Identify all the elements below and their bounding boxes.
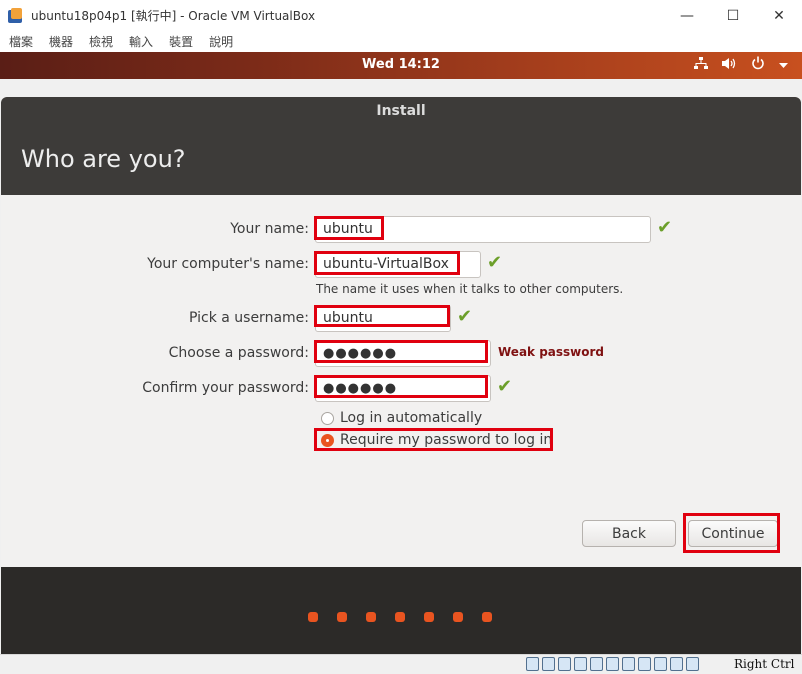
computer-row: Your computer's name: ubuntu-VirtualBox … bbox=[1, 251, 801, 279]
progress-area bbox=[1, 567, 801, 654]
username-row: Pick a username: ubuntu ✔ bbox=[1, 305, 801, 333]
close-button[interactable]: ✕ bbox=[756, 0, 802, 31]
network-adapter-icon[interactable] bbox=[574, 657, 587, 671]
password-row: Choose a password: ●●●●●● bbox=[1, 340, 801, 368]
hard-disk-icon[interactable] bbox=[526, 657, 539, 671]
installer-header: Install Who are you? bbox=[1, 97, 801, 195]
computer-label: Your computer's name: bbox=[147, 256, 309, 272]
window-title-bar: ubuntu18p04p1 [執行中] - Oracle VM VirtualB… bbox=[0, 0, 802, 31]
keyboard-icon[interactable] bbox=[686, 657, 699, 671]
network-icon[interactable] bbox=[694, 56, 708, 74]
system-tray[interactable] bbox=[680, 56, 788, 74]
computer-name-hint: The name it uses when it talks to other … bbox=[316, 282, 624, 296]
progress-dot bbox=[308, 612, 318, 622]
progress-dot bbox=[424, 612, 434, 622]
mouse-integration-icon[interactable] bbox=[670, 657, 683, 671]
ubuntu-top-panel: Wed 14:12 bbox=[0, 52, 802, 79]
login-auto-label: Log in automatically bbox=[340, 410, 483, 426]
progress-dots bbox=[308, 612, 511, 622]
cpu-icon[interactable] bbox=[654, 657, 667, 671]
installer-title: Install bbox=[376, 103, 426, 119]
progress-dot bbox=[482, 612, 492, 622]
progress-dot bbox=[337, 612, 347, 622]
menu-bar: 檔案 機器 檢視 輸入 裝置 說明 bbox=[0, 31, 802, 52]
audio-icon[interactable] bbox=[558, 657, 571, 671]
menu-devices[interactable]: 裝置 bbox=[169, 33, 193, 50]
login-auto-option[interactable]: Log in automatically bbox=[321, 408, 482, 428]
progress-dot bbox=[366, 612, 376, 622]
video-capture-icon[interactable] bbox=[638, 657, 651, 671]
virtualbox-app-icon bbox=[8, 7, 24, 24]
highlight-box bbox=[314, 251, 460, 275]
highlight-box bbox=[314, 428, 553, 451]
menu-input[interactable]: 輸入 bbox=[129, 33, 153, 50]
highlight-box bbox=[314, 305, 450, 327]
menu-help[interactable]: 說明 bbox=[209, 33, 233, 50]
highlight-box bbox=[314, 216, 384, 240]
power-icon[interactable] bbox=[751, 56, 765, 74]
name-row: Your name: ubuntu ✔ bbox=[1, 216, 801, 244]
confirm-label: Confirm your password: bbox=[142, 380, 309, 396]
menu-view[interactable]: 檢視 bbox=[89, 33, 113, 50]
progress-dot bbox=[453, 612, 463, 622]
back-button[interactable]: Back bbox=[582, 520, 676, 547]
display-icon[interactable] bbox=[622, 657, 635, 671]
password-label: Choose a password: bbox=[168, 345, 309, 361]
radio-login-auto[interactable] bbox=[321, 411, 334, 425]
chevron-down-icon[interactable] bbox=[779, 58, 788, 73]
menu-file[interactable]: 檔案 bbox=[9, 33, 33, 50]
highlight-box bbox=[314, 375, 488, 398]
virtualbox-status-bar: Right Ctrl bbox=[0, 654, 802, 674]
host-key-label: Right Ctrl bbox=[734, 657, 795, 671]
check-icon: ✔ bbox=[497, 376, 513, 397]
shared-folders-icon[interactable] bbox=[606, 657, 619, 671]
confirm-row: Confirm your password: ●●●●●● ✔ bbox=[1, 375, 801, 403]
check-icon: ✔ bbox=[457, 306, 473, 327]
page-title: Who are you? bbox=[21, 145, 186, 173]
minimize-button[interactable]: — bbox=[664, 0, 710, 31]
optical-drive-icon[interactable] bbox=[542, 657, 555, 671]
check-icon: ✔ bbox=[487, 252, 503, 273]
menu-machine[interactable]: 機器 bbox=[49, 33, 73, 50]
usb-icon[interactable] bbox=[590, 657, 603, 671]
volume-icon[interactable] bbox=[722, 57, 737, 74]
check-icon: ✔ bbox=[657, 217, 673, 238]
username-label: Pick a username: bbox=[188, 310, 309, 326]
window-title: ubuntu18p04p1 [執行中] - Oracle VM VirtualB… bbox=[31, 9, 316, 23]
maximize-button[interactable]: ☐ bbox=[710, 0, 756, 31]
highlight-box bbox=[314, 340, 488, 363]
password-strength: Weak password bbox=[498, 345, 605, 359]
name-label: Your name: bbox=[230, 221, 309, 237]
progress-dot bbox=[395, 612, 405, 622]
highlight-box bbox=[683, 513, 780, 553]
